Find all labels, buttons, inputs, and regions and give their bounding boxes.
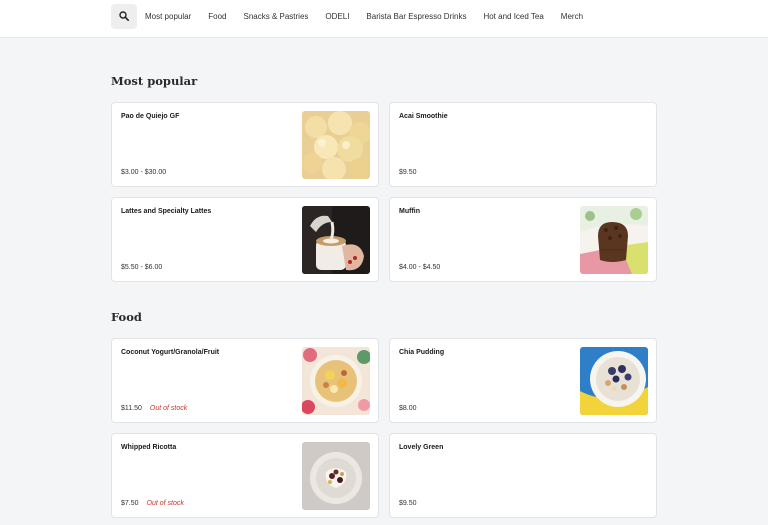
menu-item-card[interactable]: Lattes and Specialty Lattes $5.50 - $6.0…: [111, 197, 379, 282]
item-name: Lattes and Specialty Lattes: [121, 208, 212, 215]
section-title-food: Food: [111, 310, 142, 324]
yogurt-bowl-photo: [302, 347, 370, 415]
latte-photo: [302, 206, 370, 274]
item-price-row: $4.00 - $4.50: [399, 264, 440, 271]
top-nav-bar: Most popular Food Snacks & Pastries ODEL…: [0, 0, 768, 38]
item-price: $5.50 - $6.00: [121, 264, 163, 271]
item-price: $9.50: [399, 169, 417, 176]
chia-pudding-photo: [580, 347, 648, 415]
nav-item-barista-bar[interactable]: Barista Bar Espresso Drinks: [366, 12, 466, 21]
out-of-stock-label: Out of stock: [149, 405, 188, 412]
nav-item-merch[interactable]: Merch: [561, 12, 583, 21]
search-icon: [119, 8, 129, 26]
item-price: $7.50: [121, 500, 139, 507]
category-nav: Most popular Food Snacks & Pastries ODEL…: [145, 0, 600, 33]
muffin-photo: [580, 206, 648, 274]
item-price-row: $7.50 Out of stock: [121, 500, 184, 507]
out-of-stock-label: Out of stock: [146, 500, 184, 507]
item-name: Whipped Ricotta: [121, 444, 177, 451]
nav-item-odeli[interactable]: ODELI: [325, 12, 349, 21]
section-title-most-popular: Most popular: [111, 74, 198, 88]
nav-item-food[interactable]: Food: [208, 12, 226, 21]
nav-item-most-popular[interactable]: Most popular: [145, 12, 191, 21]
menu-item-card[interactable]: Acai Smoothie $9.50: [389, 102, 657, 187]
item-price: $3.00 - $30.00: [121, 169, 167, 176]
menu-item-card[interactable]: Whipped Ricotta $7.50 Out of stock: [111, 433, 379, 518]
item-price-row: $5.50 - $6.00: [121, 264, 162, 271]
item-name: Lovely Green: [399, 444, 444, 451]
item-price: $8.00: [399, 405, 417, 412]
item-price-row: $9.50: [399, 169, 417, 176]
item-price-row: $8.00: [399, 405, 417, 412]
menu-item-card[interactable]: Coconut Yogurt/Granola/Fruit $11.50 Out o…: [111, 338, 379, 423]
ricotta-photo: [302, 442, 370, 510]
nav-item-snacks-pastries[interactable]: Snacks & Pastries: [243, 12, 308, 21]
item-price-row: $9.50: [399, 500, 417, 507]
item-name: Coconut Yogurt/Granola/Fruit: [121, 349, 220, 356]
cheese-bread-photo: [302, 111, 370, 179]
menu-item-card[interactable]: Muffin $4.00 - $4.50: [389, 197, 657, 282]
item-price-row: $11.50 Out of stock: [121, 405, 187, 412]
item-price: $9.50: [399, 500, 417, 507]
menu-item-card[interactable]: Chia Pudding $8.00: [389, 338, 657, 423]
menu-item-card[interactable]: Pao de Quiejo GF $3.00 - $30.00: [111, 102, 379, 187]
item-price: $11.50: [121, 405, 142, 412]
item-name: Chia Pudding: [399, 349, 445, 356]
search-button[interactable]: [111, 4, 137, 29]
nav-item-hot-iced-tea[interactable]: Hot and Iced Tea: [483, 12, 543, 21]
item-price: $4.00 - $4.50: [399, 264, 441, 271]
item-price-row: $3.00 - $30.00: [121, 169, 166, 176]
item-name: Muffin: [399, 208, 420, 215]
menu-item-card[interactable]: Lovely Green $9.50: [389, 433, 657, 518]
item-name: Acai Smoothie: [399, 113, 448, 120]
item-name: Pao de Quiejo GF: [121, 113, 180, 120]
